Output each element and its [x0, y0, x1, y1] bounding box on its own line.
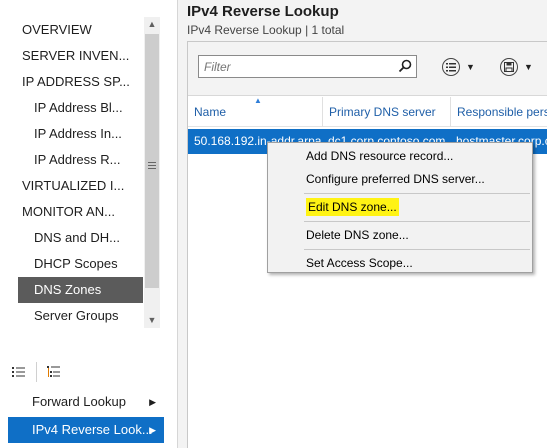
nav-item-server-groups[interactable]: Server Groups [0, 303, 143, 329]
nav-item-overview[interactable]: OVERVIEW [0, 17, 143, 43]
save-query-button[interactable]: ▼ [500, 56, 538, 78]
grid-header: ▲ Name Primary DNS server Responsible pe… [188, 97, 547, 127]
expand-arrow-icon[interactable]: ▶ [149, 389, 156, 415]
menu-item-configure-preferred-dns-server[interactable]: Configure preferred DNS server... [270, 168, 530, 191]
filter-box[interactable] [198, 55, 417, 78]
nav-item-ip-address-blocks[interactable]: IP Address Bl... [0, 95, 143, 121]
divider [36, 362, 37, 382]
list-options-icon [442, 58, 460, 76]
forward-lookup-label: Forward Lookup [32, 394, 126, 409]
nav-item-dns-and-dhcp-servers[interactable]: DNS and DH... [0, 225, 143, 251]
nav-item-ip-address-inventory[interactable]: IP Address In... [0, 121, 143, 147]
filter-input[interactable] [199, 56, 389, 77]
nav-item-dhcp-scopes[interactable]: DHCP Scopes [0, 251, 143, 277]
menu-item-label: Configure preferred DNS server... [306, 172, 485, 186]
tree-view-icon [47, 366, 60, 377]
menu-item-edit-dns-zone[interactable]: Edit DNS zone... [270, 196, 530, 219]
menu-item-add-dns-resource-record[interactable]: Add DNS resource record... [270, 145, 530, 168]
navigation-pane: OVERVIEW SERVER INVEN... IP ADDRESS SP..… [0, 0, 178, 448]
nav-item-ip-address-space[interactable]: IP ADDRESS SP... [0, 69, 143, 95]
grip-icon [148, 162, 156, 169]
search-icon[interactable] [398, 59, 412, 73]
nav-tree: OVERVIEW SERVER INVEN... IP ADDRESS SP..… [0, 17, 143, 329]
menu-separator [304, 249, 530, 250]
ipv4-reverse-lookup-item[interactable]: IPv4 Reverse Look... ▶ [8, 417, 164, 443]
menu-separator [304, 193, 530, 194]
column-header-responsible-person[interactable]: Responsible pers [450, 97, 547, 127]
tree-view-button[interactable] [43, 361, 65, 383]
menu-item-label: Add DNS resource record... [306, 149, 454, 163]
ipv4-reverse-lookup-label: IPv4 Reverse Look... [32, 422, 153, 437]
menu-separator [304, 221, 530, 222]
dropdown-arrow-icon: ▼ [524, 62, 533, 72]
nav-scrollbar[interactable]: ▲ ▼ [144, 17, 160, 328]
list-view-icon [12, 367, 25, 377]
expand-arrow-icon[interactable]: ▶ [149, 417, 156, 443]
column-header-name[interactable]: Name [188, 97, 322, 127]
view-options-button[interactable]: ▼ [442, 56, 480, 78]
dropdown-arrow-icon: ▼ [466, 62, 475, 72]
nav-item-dns-zones[interactable]: DNS Zones [18, 277, 143, 303]
menu-item-label: Delete DNS zone... [306, 228, 409, 242]
nav-item-ip-address-range-groups[interactable]: IP Address R... [0, 147, 143, 173]
filter-bar: ▼ ▼ [188, 42, 547, 96]
menu-item-delete-dns-zone[interactable]: Delete DNS zone... [270, 224, 530, 247]
scroll-up-arrow-icon[interactable]: ▲ [144, 17, 160, 32]
page-subtitle: IPv4 Reverse Lookup | 1 total [187, 23, 345, 37]
context-menu: Add DNS resource record... Configure pre… [267, 142, 533, 273]
forward-lookup-item[interactable]: Forward Lookup ▶ [8, 389, 164, 415]
nav-item-virtualized-ip[interactable]: VIRTUALIZED I... [0, 173, 143, 199]
list-view-button[interactable] [8, 361, 30, 383]
menu-item-set-access-scope[interactable]: Set Access Scope... [270, 252, 530, 275]
menu-item-label: Edit DNS zone... [306, 198, 399, 216]
view-toggle [8, 360, 65, 384]
scrollbar-thumb[interactable] [145, 34, 159, 288]
scroll-down-arrow-icon[interactable]: ▼ [144, 313, 160, 328]
page-title: IPv4 Reverse Lookup [187, 3, 339, 20]
nav-item-monitor-and-manage[interactable]: MONITOR AN... [0, 199, 143, 225]
save-icon [500, 58, 518, 76]
menu-item-label: Set Access Scope... [306, 256, 413, 270]
nav-item-server-inventory[interactable]: SERVER INVEN... [0, 43, 143, 69]
column-header-primary-dns-server[interactable]: Primary DNS server [322, 97, 450, 127]
